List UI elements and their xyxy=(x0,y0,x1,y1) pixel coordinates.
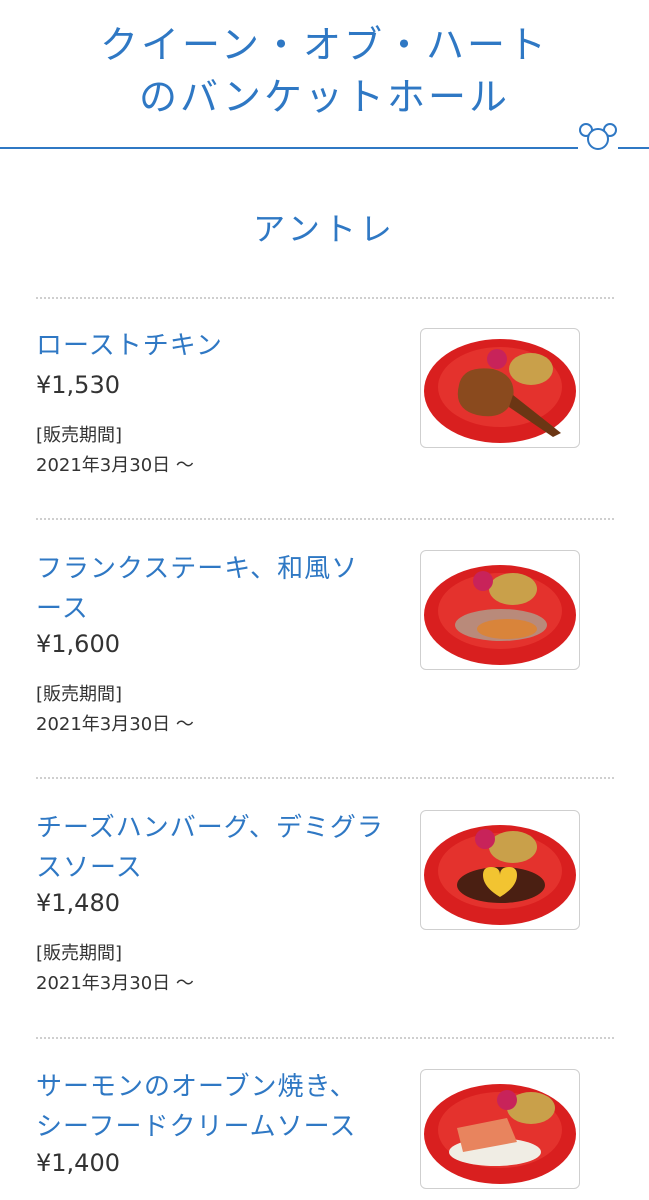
sales-period-label: [販売期間] xyxy=(36,943,123,964)
menu-item-price: ¥1,530 xyxy=(36,371,120,399)
menu-item-photo xyxy=(420,328,580,448)
menu-item-photo xyxy=(420,810,580,930)
menu-item-name-line1: フランクステーキ、和風ソ xyxy=(36,554,359,584)
menu-item-price: ¥1,480 xyxy=(36,889,120,917)
menu-item-name-line1: チーズハンバーグ、デミグラ xyxy=(36,813,384,843)
menu-item-name-line2: シーフードクリームソース xyxy=(36,1112,357,1142)
menu-item-name: ローストチキン xyxy=(36,331,223,361)
menu-item-name: チーズハンバーグ、デミグラ スソース xyxy=(36,808,396,888)
menu-item-photo xyxy=(420,1069,580,1189)
sales-period-value: 2021年3月30日 ～ xyxy=(36,455,194,476)
sales-period-label: [販売期間] xyxy=(36,425,123,446)
menu-item-name-line2: スソース xyxy=(36,853,143,883)
menu-item-name: フランクステーキ、和風ソ ース xyxy=(36,549,396,629)
menu-item-price: ¥1,400 xyxy=(36,1149,120,1177)
restaurant-title-line2: のバンケットホール xyxy=(139,75,510,119)
menu-item-name-line2: ース xyxy=(36,594,89,624)
restaurant-title-line1: クイーン・オブ・ハート xyxy=(99,23,550,67)
divider xyxy=(36,777,614,779)
menu-item-price: ¥1,600 xyxy=(36,630,120,658)
section-title-entree: アントレ xyxy=(253,210,396,248)
sales-period-label: [販売期間] xyxy=(36,684,123,705)
divider xyxy=(36,518,614,520)
menu-item-name: サーモンのオーブン焼き、 シーフードクリームソース xyxy=(36,1067,396,1147)
menu-item-name-line1: サーモンのオーブン焼き、 xyxy=(36,1072,357,1102)
header-divider xyxy=(0,147,649,149)
sales-period-value: 2021年3月30日 ～ xyxy=(36,973,194,994)
page-header: クイーン・オブ・ハート のバンケットホール xyxy=(0,0,649,160)
menu-item-photo xyxy=(420,550,580,670)
mickey-icon xyxy=(578,123,618,152)
sales-period-value: 2021年3月30日 ～ xyxy=(36,714,194,735)
divider xyxy=(36,297,614,299)
divider xyxy=(36,1037,614,1039)
